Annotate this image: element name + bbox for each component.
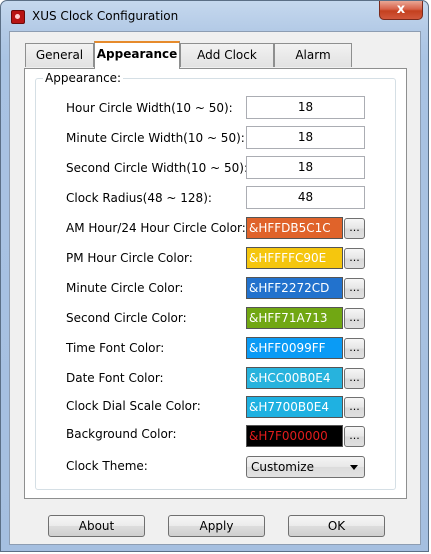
tab-appearance[interactable]: Appearance [94, 41, 180, 69]
background-color-field[interactable]: &H7F000000 [246, 425, 343, 447]
time-font-color-label: Time Font Color: [66, 341, 165, 355]
dialog-client-area: General Appearance Add Clock Alarm Appea… [9, 31, 421, 545]
clock-app-icon [11, 10, 25, 24]
second-color-field[interactable]: &HFF71A713 [246, 307, 343, 329]
date-font-color-label: Date Font Color: [66, 371, 164, 385]
group-title: Appearance: [43, 71, 124, 85]
hour-width-input[interactable]: 18 [246, 96, 365, 119]
minute-width-label: Minute Circle Width(10 ~ 50): [66, 131, 245, 145]
dial-scale-color-button[interactable]: ... [344, 397, 365, 418]
appearance-tab-panel: Appearance: Hour Circle Width(10 ~ 50): … [24, 68, 407, 499]
about-button[interactable]: About [48, 515, 145, 537]
theme-select[interactable]: Customize [246, 456, 365, 478]
minute-width-input[interactable]: 18 [246, 126, 365, 149]
tab-add-clock[interactable]: Add Clock [180, 43, 274, 67]
tab-alarm[interactable]: Alarm [274, 43, 352, 67]
chevron-down-icon [350, 465, 358, 470]
second-width-input[interactable]: 18 [246, 156, 365, 179]
pm-hour-color-button[interactable]: ... [344, 248, 365, 269]
minute-color-button[interactable]: ... [344, 278, 365, 299]
minute-color-label: Minute Circle Color: [66, 281, 184, 295]
theme-selected-value: Customize [251, 460, 314, 474]
pm-hour-color-label: PM Hour Circle Color: [66, 251, 193, 265]
minute-color-field[interactable]: &HFF2272CD [246, 277, 343, 299]
theme-label: Clock Theme: [66, 459, 148, 473]
second-color-label: Second Circle Color: [66, 311, 187, 325]
second-width-label: Second Circle Width(10 ~ 50): [66, 161, 248, 175]
appearance-group: Appearance: Hour Circle Width(10 ~ 50): … [35, 71, 396, 490]
background-color-button[interactable]: ... [344, 426, 365, 447]
title-bar[interactable]: XUS Clock Configuration x [1, 1, 428, 31]
close-button[interactable]: x [379, 1, 423, 20]
am-hour-color-field[interactable]: &HFFDB5C1C [246, 217, 343, 239]
dial-scale-color-label: Clock Dial Scale Color: [66, 399, 201, 413]
time-font-color-button[interactable]: ... [344, 338, 365, 359]
ok-button[interactable]: OK [288, 515, 385, 537]
time-font-color-field[interactable]: &HFF0099FF [246, 337, 343, 359]
window-title: XUS Clock Configuration [32, 9, 179, 23]
apply-button[interactable]: Apply [168, 515, 265, 537]
radius-input[interactable]: 48 [246, 186, 365, 209]
am-hour-color-label: AM Hour/24 Hour Circle Color: [66, 221, 246, 235]
hour-width-label: Hour Circle Width(10 ~ 50): [66, 101, 233, 115]
config-window: XUS Clock Configuration x General Appear… [0, 0, 429, 552]
background-color-label: Background Color: [66, 427, 177, 441]
am-hour-color-button[interactable]: ... [344, 218, 365, 239]
radius-label: Clock Radius(48 ~ 128): [66, 191, 212, 205]
date-font-color-button[interactable]: ... [344, 368, 365, 389]
second-color-button[interactable]: ... [344, 308, 365, 329]
tab-general[interactable]: General [25, 43, 94, 67]
pm-hour-color-field[interactable]: &HFFFFC90E [246, 247, 343, 269]
date-font-color-field[interactable]: &HCC00B0E4 [246, 367, 343, 389]
dial-scale-color-field[interactable]: &H7700B0E4 [246, 396, 343, 418]
